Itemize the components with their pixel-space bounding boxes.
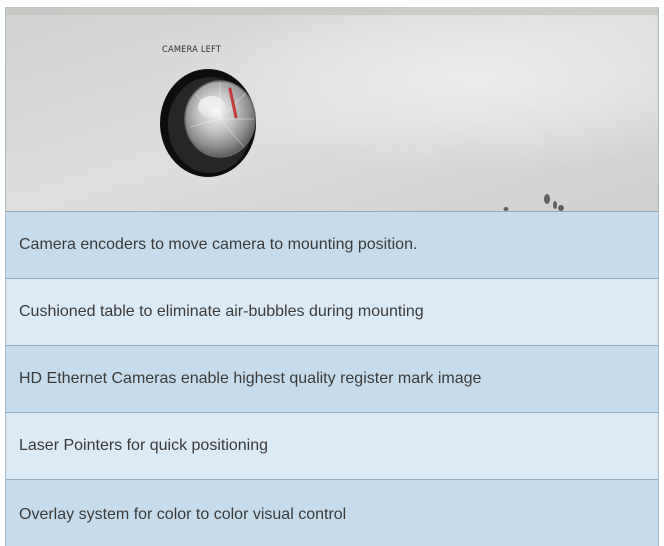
camera-knob-photo: CAMERA LEFT [6,7,658,212]
feature-text: Camera encoders to move camera to mounti… [19,236,418,253]
list-item: Laser Pointers for quick positioning [6,413,658,480]
feature-text: Laser Pointers for quick positioning [19,437,269,454]
camera-encoder-image [6,7,658,211]
feature-text: Overlay system for color to color visual… [19,506,347,523]
list-item: Overlay system for color to color visual… [6,480,658,546]
list-item: Camera encoders to move camera to mounti… [6,212,658,279]
feature-panel: CAMERA LEFT Camera encoders to move came… [5,7,659,546]
feature-list: Camera encoders to move camera to mounti… [6,212,658,546]
feature-text: HD Ethernet Cameras enable highest quali… [19,370,482,387]
list-item: Cushioned table to eliminate air-bubbles… [6,279,658,346]
list-item: HD Ethernet Cameras enable highest quali… [6,346,658,413]
feature-text: Cushioned table to eliminate air-bubbles… [19,303,424,320]
camera-left-label: CAMERA LEFT [162,45,222,55]
